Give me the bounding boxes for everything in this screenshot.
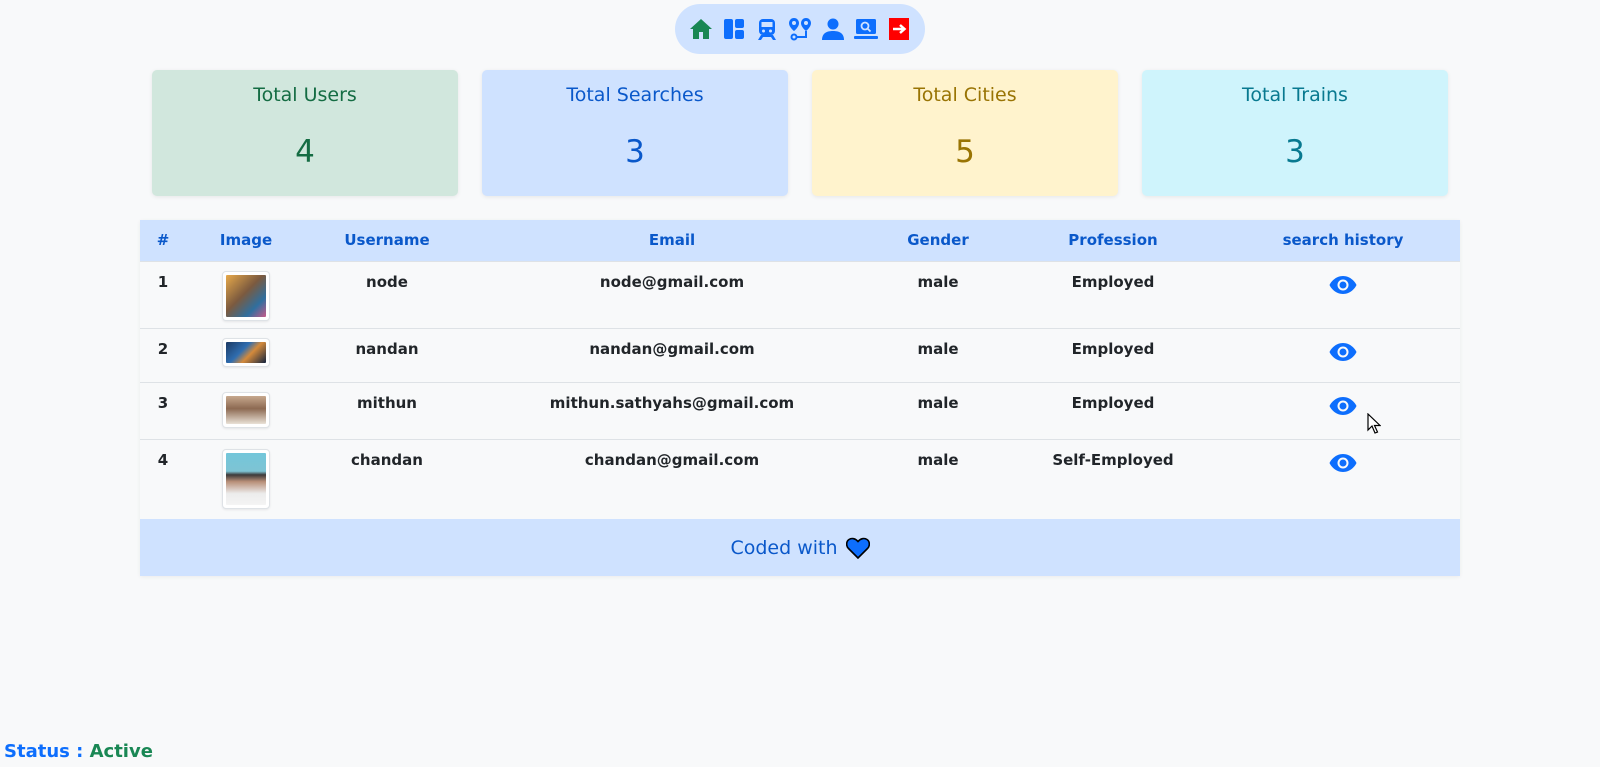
cell-image [186,261,306,328]
table-row: 2 nandan nandan@gmail.com male Employed [140,328,1460,382]
stat-value: 3 [625,134,645,170]
mouse-cursor-icon [1367,413,1381,434]
cell-username: mithun [357,393,417,412]
status-line: Status : Active [4,741,153,762]
stat-card-searches: Total Searches 3 [482,70,788,196]
cell-search-history [1226,439,1460,519]
stat-cards: Total Users 4 Total Searches 3 Total Cit… [152,70,1448,196]
user-avatar[interactable] [222,391,270,428]
table-row: 4 chandan chandan@gmail.com male Self-Em… [140,439,1460,519]
column-header-search-history[interactable]: search history [1226,220,1460,261]
table-footer: Coded with [140,519,1460,576]
cell-username: node [366,272,408,291]
cell-email: node@gmail.com [599,272,745,291]
users-table: # Image Username Email Gender Profession… [140,220,1460,519]
table-header-row: # Image Username Email Gender Profession… [140,220,1460,261]
column-header-profession[interactable]: Profession [1000,220,1226,261]
cell-index: 4 [157,450,169,469]
view-history-eye-icon[interactable] [1329,342,1357,362]
cell-index: 1 [157,272,169,291]
stat-value: 3 [1285,134,1305,170]
column-header-image[interactable]: Image [186,220,306,261]
column-header-gender[interactable]: Gender [876,220,1000,261]
user-icon[interactable] [821,17,845,41]
cell-search-history [1226,261,1460,328]
user-avatar[interactable] [222,337,270,367]
view-history-eye-icon[interactable] [1329,453,1357,473]
cell-profession: Self-Employed [1052,450,1174,469]
logout-icon[interactable] [887,17,911,41]
cell-image [186,439,306,519]
cell-username: chandan [351,450,423,469]
table-row: 3 mithun mithun.sathyahs@gmail.com male … [140,382,1460,439]
view-history-eye-icon[interactable] [1329,275,1357,295]
stat-title: Total Users [253,84,357,106]
column-header-username[interactable]: Username [306,220,468,261]
cell-email: chandan@gmail.com [584,450,760,469]
cell-gender: male [917,272,959,291]
status-label: Status : [4,741,84,762]
cell-gender: male [917,339,959,358]
footer-text: Coded with [730,536,838,559]
cell-index: 2 [157,339,169,358]
status-value: Active [89,741,153,762]
stat-value: 4 [295,134,315,170]
stat-title: Total Trains [1242,84,1348,106]
stat-card-users: Total Users 4 [152,70,458,196]
view-history-eye-icon[interactable] [1329,396,1357,416]
column-header-index[interactable]: # [140,220,186,261]
heart-icon [845,537,870,559]
train-icon[interactable] [755,17,779,41]
search-laptop-icon[interactable] [854,17,878,41]
cell-gender: male [917,393,959,412]
cell-search-history [1226,382,1460,439]
table-row: 1 node node@gmail.com male Employed [140,261,1460,328]
top-nav [675,4,925,54]
column-header-email[interactable]: Email [468,220,876,261]
cell-profession: Employed [1071,339,1155,358]
cell-search-history [1226,328,1460,382]
stat-title: Total Cities [913,84,1017,106]
user-avatar[interactable] [222,448,270,509]
stat-card-trains: Total Trains 3 [1142,70,1448,196]
cell-profession: Employed [1071,272,1155,291]
user-avatar[interactable] [222,270,270,321]
cell-email: mithun.sathyahs@gmail.com [549,393,795,412]
cell-image [186,328,306,382]
stat-title: Total Searches [566,84,704,106]
stat-value: 5 [955,134,975,170]
cell-profession: Employed [1071,393,1155,412]
cell-image [186,382,306,439]
stat-card-cities: Total Cities 5 [812,70,1118,196]
home-icon[interactable] [689,17,713,41]
cell-email: nandan@gmail.com [589,339,755,358]
cell-gender: male [917,450,959,469]
route-icon[interactable] [788,17,812,41]
users-table-container: # Image Username Email Gender Profession… [140,220,1460,576]
dashboard-icon[interactable] [722,17,746,41]
cell-index: 3 [157,393,169,412]
cell-username: nandan [355,339,419,358]
